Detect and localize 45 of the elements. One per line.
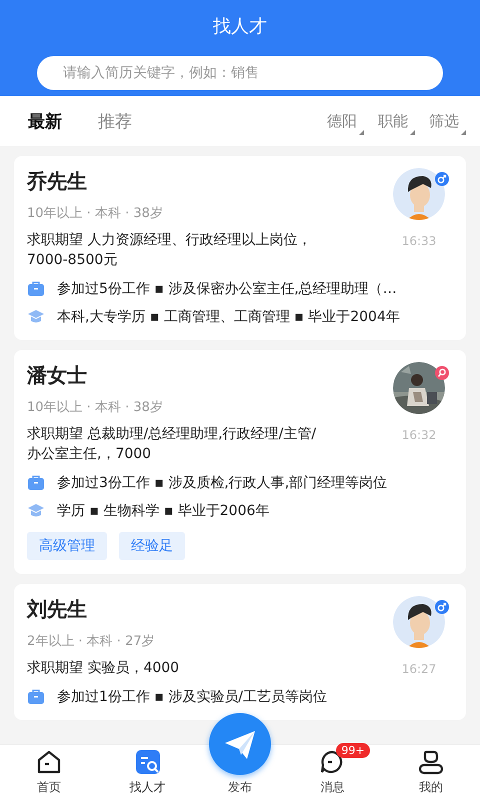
filter-dropdown[interactable]: 筛选 bbox=[429, 112, 466, 130]
work-summary: 参加过1份工作 ▪ 涉及实验员/工艺员等岗位 bbox=[57, 688, 328, 706]
unread-badge: 99+ bbox=[336, 743, 370, 758]
triangle-icon bbox=[410, 130, 415, 134]
page-title: 找人才 bbox=[213, 15, 267, 39]
education-summary: 学历 ▪ 生物科学 ▪ 毕业于2006年 bbox=[57, 502, 270, 520]
skill-tag: 经验足 bbox=[119, 532, 185, 560]
avatar-icon bbox=[393, 168, 445, 220]
update-time: 16:32 bbox=[402, 428, 436, 442]
triangle-icon bbox=[461, 130, 466, 134]
nav-item[interactable]: 发布 bbox=[228, 779, 252, 796]
candidate-card[interactable]: 乔先生 10年以上 · 本科 · 38岁 求职期望 人力资源经理、行政经理以上岗位，7000-8500元 16:33 参加过5份工作 ▪ 涉及保密办公室主任,总经理助理（… 本科,大专学历 ▪ 工商管理、工商管理 ▪ 毕业于2004年 bbox=[14, 156, 466, 340]
triangle-icon bbox=[359, 130, 364, 134]
nav-item[interactable]: 首页 bbox=[0, 745, 98, 800]
candidate-card[interactable]: 潘女士 10年以上 · 本科 · 38岁 求职期望 总裁助理/总经理助理,行政经理/主管/办公室主任,，7000 16:32 参加过3份工作 ▪ 涉及质检,行政人事,部门经理等岗位 学历 ▪ 生物科学 ▪ 毕业于2006年 高级管理 经验足 bbox=[14, 350, 466, 574]
nav-item[interactable]: 我的 bbox=[382, 745, 480, 800]
work-summary: 参加过3份工作 ▪ 涉及质检,行政人事,部门经理等岗位 bbox=[57, 474, 388, 492]
education-summary: 本科,大专学历 ▪ 工商管理、工商管理 ▪ 毕业于2004年 bbox=[57, 308, 400, 326]
filter-dropdown[interactable]: 职能 bbox=[378, 112, 415, 130]
nav-item[interactable]: 消息 99+ bbox=[283, 745, 382, 800]
job-expectation: 求职期望 实验员，4000 bbox=[27, 659, 180, 678]
candidate-meta: 10年以上 · 本科 · 38岁 bbox=[27, 205, 164, 222]
tab[interactable]: 最新 bbox=[28, 110, 62, 132]
briefcase-icon bbox=[27, 688, 45, 706]
work-summary: 参加过5份工作 ▪ 涉及保密办公室主任,总经理助理（… bbox=[57, 280, 397, 298]
tab[interactable]: 推荐 bbox=[98, 110, 132, 132]
candidate-meta: 2年以上 · 本科 · 27岁 bbox=[27, 633, 156, 650]
avatar-icon bbox=[393, 596, 445, 648]
profile-icon bbox=[416, 748, 445, 776]
candidate-card[interactable]: 刘先生 2年以上 · 本科 · 27岁 求职期望 实验员，4000 16:27 参加过1份工作 ▪ 涉及实验员/工艺员等岗位 bbox=[14, 584, 466, 720]
update-time: 16:27 bbox=[402, 662, 436, 676]
candidate-meta: 10年以上 · 本科 · 38岁 bbox=[27, 399, 164, 416]
candidate-name: 乔先生 bbox=[27, 168, 88, 194]
search-field[interactable]: 请输入简历关键字，例如：销售 bbox=[37, 56, 443, 90]
briefcase-icon bbox=[27, 280, 45, 298]
update-time: 16:33 bbox=[402, 234, 436, 248]
filter-dropdown[interactable]: 德阳 bbox=[327, 112, 364, 130]
candidate-name: 刘先生 bbox=[27, 596, 88, 622]
nav-item[interactable]: 找人才 bbox=[98, 745, 197, 800]
job-expectation: 求职期望 总裁助理/总经理助理,行政经理/主管/办公室主任,，7000 bbox=[27, 425, 318, 464]
skill-tag: 高级管理 bbox=[27, 532, 107, 560]
briefcase-icon bbox=[27, 474, 45, 492]
candidate-name: 潘女士 bbox=[27, 362, 88, 388]
resume-search-icon bbox=[134, 748, 162, 776]
job-expectation: 求职期望 人力资源经理、行政经理以上岗位，7000-8500元 bbox=[27, 231, 312, 270]
